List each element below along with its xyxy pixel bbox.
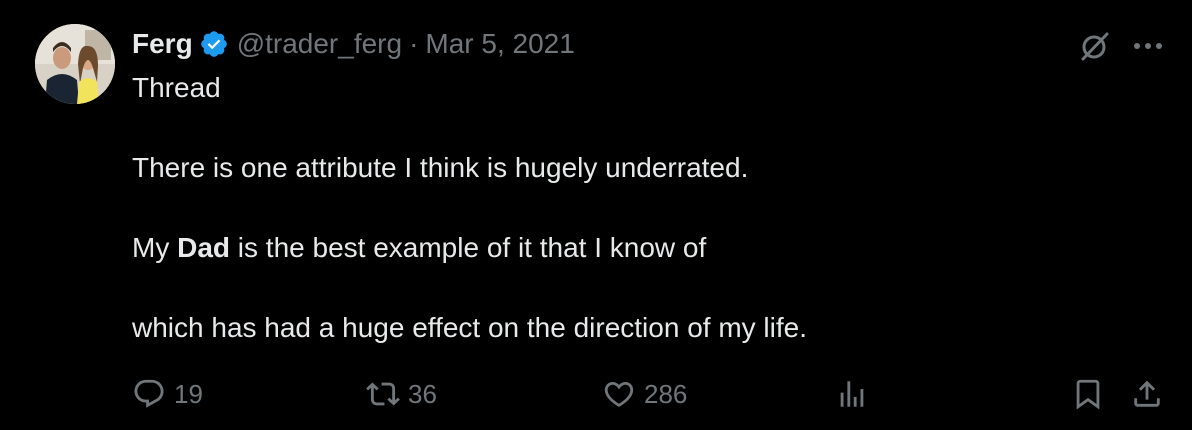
analytics-icon	[840, 381, 864, 407]
more-icon[interactable]	[1131, 38, 1165, 54]
author-name[interactable]: Ferg	[132, 28, 193, 60]
tweet-text-bold-word: Dad	[177, 232, 231, 263]
retweet-count: 36	[408, 378, 437, 409]
like-button[interactable]: 286	[602, 372, 687, 416]
tweet-text-line-3-suffix: is the best example of it that I know of	[230, 232, 707, 263]
avatar[interactable]	[35, 24, 115, 104]
views-button[interactable]	[835, 372, 869, 416]
retweet-button[interactable]: 36	[366, 372, 437, 416]
bookmark-button[interactable]	[1071, 372, 1105, 416]
tweet-text-line-4: which has had a huge effect on the direc…	[132, 312, 808, 343]
bookmark-icon	[1076, 379, 1100, 410]
grok-icon[interactable]	[1079, 30, 1111, 62]
reply-button[interactable]: 19	[132, 372, 203, 416]
tweet-text-line-2: There is one attribute I think is hugely…	[132, 152, 749, 183]
tweet-text-line-1: Thread	[132, 72, 221, 103]
share-button[interactable]	[1130, 372, 1164, 416]
tweet-date[interactable]: Mar 5, 2021	[425, 28, 574, 60]
reply-icon	[134, 379, 164, 408]
retweet-icon	[366, 382, 400, 406]
action-bar: 19 36 286	[0, 372, 1192, 416]
like-count: 286	[644, 378, 688, 409]
heart-icon	[604, 381, 634, 407]
tweet-text-line-3: My Dad is the best example of it that I …	[132, 232, 706, 264]
share-icon	[1134, 380, 1160, 407]
reply-count: 19	[174, 378, 203, 409]
separator-dot: ·	[409, 28, 419, 59]
tweet-card[interactable]: Ferg @trader_ferg · Mar 5, 2021 Thread T…	[0, 0, 1192, 430]
tweet-header: Ferg @trader_ferg · Mar 5, 2021	[132, 24, 575, 64]
verified-badge-icon[interactable]	[199, 29, 229, 59]
author-handle[interactable]: @trader_ferg	[237, 28, 402, 60]
tweet-text-line-3-prefix: My	[132, 232, 178, 263]
